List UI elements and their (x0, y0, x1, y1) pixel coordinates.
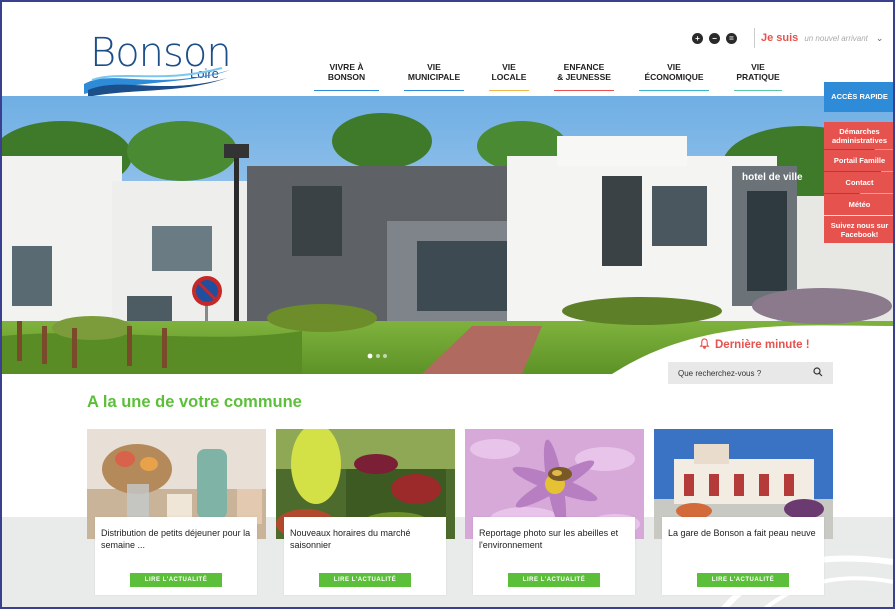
news-card-body: Reportage photo sur les abeilles et l'en… (473, 517, 635, 595)
nav-label: VIE ÉCONOMIQUE (644, 61, 704, 82)
bell-icon (699, 338, 710, 352)
zoom-in-button[interactable]: + (692, 33, 703, 44)
slider-dot[interactable] (383, 354, 387, 358)
hero-banner: hotel de ville (2, 96, 893, 374)
news-card[interactable]: Nouveaux horaires du marché saisonnier L… (276, 429, 455, 599)
search-input[interactable] (678, 368, 798, 378)
news-card-title[interactable]: Distribution de petits déjeuner pour la … (101, 527, 251, 557)
nav-vie-economique[interactable]: VIE ÉCONOMIQUE (639, 58, 709, 91)
site-logo[interactable]: Bonson Loire (82, 30, 242, 97)
quick-access-meteo[interactable]: Météo (824, 194, 893, 215)
slider-dot[interactable] (376, 354, 380, 358)
quick-access-portail-famille[interactable]: Portail Famille (824, 150, 893, 171)
breaking-news-label: Dernière minute ! (715, 339, 810, 351)
nav-label: VIE PRATIQUE (736, 61, 780, 82)
hero-image: hotel de ville (2, 96, 893, 374)
nav-label: VIE LOCALE (491, 61, 527, 82)
news-card[interactable]: Distribution de petits déjeuner pour la … (87, 429, 266, 599)
read-news-button[interactable]: LIRE L'ACTUALITÉ (697, 573, 789, 587)
quick-access-contact[interactable]: Contact (824, 172, 893, 193)
nav-vivre-a-bonson[interactable]: VIVRE À BONSON (314, 58, 379, 91)
news-card-title[interactable]: Nouveaux horaires du marché saisonnier (290, 527, 440, 557)
quick-access-panel: ACCÈS RAPIDE Démarches administratives P… (824, 82, 893, 244)
read-news-button[interactable]: LIRE L'ACTUALITÉ (508, 573, 600, 587)
read-news-button[interactable]: LIRE L'ACTUALITÉ (319, 573, 411, 587)
search-bar (668, 362, 833, 384)
profile-selector[interactable]: Je suis un nouvel arrivant ⌄ (754, 28, 883, 48)
building-sign: hotel de ville (742, 172, 803, 183)
main-nav: VIVRE À BONSON VIE MUNICIPALE VIE LOCALE… (314, 58, 807, 91)
nav-vie-pratique[interactable]: VIE PRATIQUE (734, 58, 782, 91)
news-card-body: Distribution de petits déjeuner pour la … (95, 517, 257, 595)
accessibility-controls: + − = (692, 33, 737, 44)
zoom-reset-button[interactable]: = (726, 33, 737, 44)
slider-dot-active[interactable] (367, 353, 373, 359)
breaking-news-link[interactable]: Dernière minute ! (699, 338, 810, 352)
news-card-title[interactable]: Reportage photo sur les abeilles et l'en… (479, 527, 629, 557)
profile-selector-value: un nouvel arrivant (804, 33, 868, 43)
nav-vie-municipale[interactable]: VIE MUNICIPALE (404, 58, 464, 91)
site-header: Bonson Loire VIVRE À BONSON VIE MUNICIPA… (2, 2, 893, 97)
nav-label: VIE MUNICIPALE (407, 61, 461, 82)
news-card-title[interactable]: La gare de Bonson a fait peau neuve (668, 527, 818, 557)
nav-label: VIVRE À BONSON (327, 61, 366, 82)
news-section-title: A la une de votre commune (87, 393, 302, 411)
profile-selector-label: Je suis (761, 32, 799, 44)
page-frame: Bonson Loire VIVRE À BONSON VIE MUNICIPA… (0, 0, 895, 609)
search-icon[interactable] (813, 366, 823, 380)
news-card-body: La gare de Bonson a fait peau neuve LIRE… (662, 517, 824, 595)
news-card[interactable]: La gare de Bonson a fait peau neuve LIRE… (654, 429, 833, 599)
zoom-out-button[interactable]: − (709, 33, 720, 44)
logo-waves-icon (84, 67, 230, 97)
quick-access-title[interactable]: ACCÈS RAPIDE (824, 82, 893, 112)
nav-enfance-jeunesse[interactable]: ENFANCE & JEUNESSE (554, 58, 614, 91)
news-cards: Distribution de petits déjeuner pour la … (87, 429, 833, 599)
news-card-body: Nouveaux horaires du marché saisonnier L… (284, 517, 446, 595)
quick-access-facebook[interactable]: Suivez nous sur Facebook! (824, 216, 893, 243)
quick-access-demarches[interactable]: Démarches administratives (824, 122, 893, 149)
nav-label: ENFANCE & JEUNESSE (557, 61, 611, 82)
news-card[interactable]: Reportage photo sur les abeilles et l'en… (465, 429, 644, 599)
nav-vie-locale[interactable]: VIE LOCALE (489, 58, 529, 91)
read-news-button[interactable]: LIRE L'ACTUALITÉ (130, 573, 222, 587)
chevron-down-icon: ⌄ (875, 32, 884, 43)
